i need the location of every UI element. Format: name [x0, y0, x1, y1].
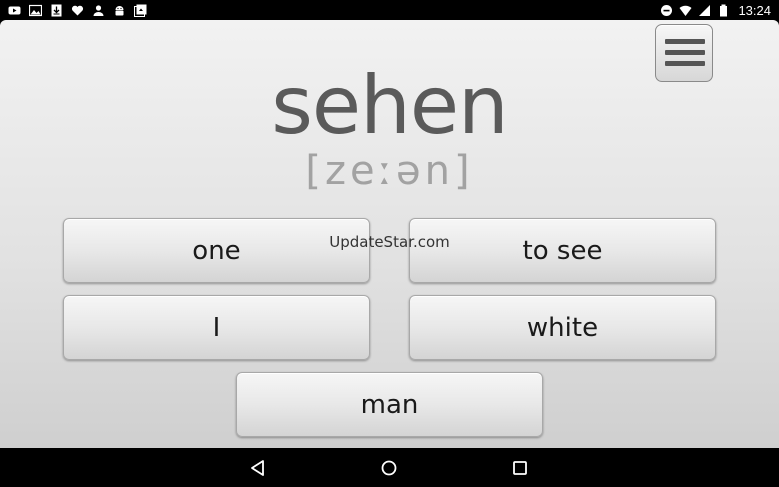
answer-label: I [212, 312, 221, 343]
answer-button-white[interactable]: white [409, 295, 716, 360]
home-icon [381, 460, 397, 476]
vocabulary-word: sehen [271, 59, 509, 152]
answer-button-i[interactable]: I [63, 295, 370, 360]
person-icon [92, 4, 105, 17]
recents-button[interactable] [509, 457, 531, 479]
flashcard-screen: sehen [zeːən] one to see I white man Upd… [0, 20, 779, 448]
photo-icon [134, 4, 147, 17]
wifi-icon [679, 4, 692, 17]
back-button[interactable] [247, 457, 269, 479]
download-icon [50, 4, 63, 17]
heart-icon [71, 4, 84, 17]
status-bar: 13:24 [0, 0, 779, 20]
back-icon [251, 460, 264, 476]
notification-icons [8, 2, 147, 18]
recents-icon [513, 461, 527, 475]
youtube-icon [8, 4, 21, 17]
answer-label: man [360, 389, 419, 420]
signal-icon [698, 4, 711, 17]
clock: 13:24 [738, 2, 771, 18]
system-icons: 13:24 [660, 2, 771, 18]
image-icon [29, 4, 42, 17]
watermark: UpdateStar.com [329, 233, 450, 251]
navigation-bar [0, 448, 779, 487]
android-icon [113, 4, 126, 17]
battery-icon [717, 4, 730, 17]
answer-label: white [526, 312, 599, 343]
home-button[interactable] [378, 457, 400, 479]
answer-button-man[interactable]: man [236, 372, 543, 437]
do-not-disturb-icon [660, 4, 673, 17]
pronunciation: [zeːən] [305, 148, 474, 194]
